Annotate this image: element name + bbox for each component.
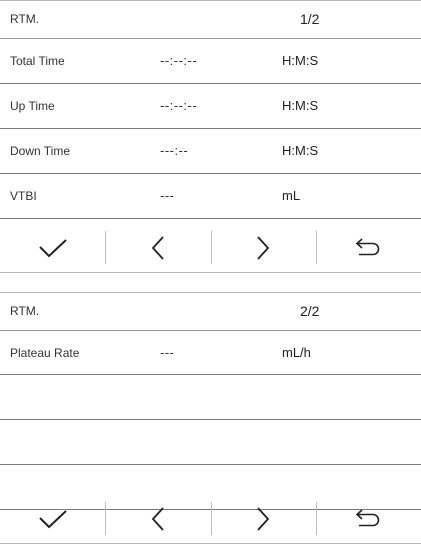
panel-toolbar — [0, 494, 421, 543]
row-down-time[interactable]: Down Time ---:-- H:M:S — [0, 129, 421, 174]
row-up-time[interactable]: Up Time --:--:-- H:M:S — [0, 84, 421, 129]
chevron-right-icon — [257, 506, 270, 531]
row-label: Down Time — [10, 144, 71, 158]
next-page-button[interactable] — [210, 223, 316, 272]
check-icon — [38, 238, 67, 257]
row-unit: mL — [282, 188, 301, 203]
row-value: --:--:-- — [160, 53, 198, 68]
panel-header: RTM. 1/2 — [0, 1, 421, 39]
row-label: Total Time — [10, 54, 65, 68]
previous-page-button[interactable] — [105, 223, 210, 272]
page-indicator: 2/2 — [300, 303, 320, 319]
page-indicator: 1/2 — [300, 11, 320, 27]
back-button[interactable] — [315, 223, 421, 272]
return-icon — [356, 237, 380, 255]
chevron-right-icon — [257, 235, 270, 260]
row-vtbi[interactable]: VTBI --- mL — [0, 174, 421, 219]
panel-toolbar — [0, 223, 421, 272]
empty-row — [0, 420, 421, 465]
panel-header: RTM. 2/2 — [0, 293, 421, 331]
back-button[interactable] — [315, 494, 421, 543]
row-label: Plateau Rate — [10, 346, 80, 360]
check-icon — [38, 509, 67, 528]
next-page-button[interactable] — [210, 494, 316, 543]
chevron-left-icon — [151, 235, 164, 260]
row-value: ---:-- — [160, 143, 189, 158]
rtm-panel-page-1: RTM. 1/2 Total Time --:--:-- H:M:S Up Ti… — [0, 0, 421, 273]
row-plateau-rate[interactable]: Plateau Rate --- mL/h — [0, 331, 421, 375]
panel-title: RTM. — [10, 12, 40, 26]
row-unit: H:M:S — [282, 143, 319, 158]
confirm-button[interactable] — [0, 494, 105, 543]
row-value: --- — [160, 188, 175, 203]
confirm-button[interactable] — [0, 223, 105, 272]
row-unit: mL/h — [282, 345, 311, 360]
empty-row — [0, 375, 421, 420]
row-label: Up Time — [10, 99, 55, 113]
row-unit: H:M:S — [282, 53, 319, 68]
previous-page-button[interactable] — [105, 494, 210, 543]
panel-title: RTM. — [10, 304, 40, 318]
row-value: --- — [160, 345, 175, 360]
row-label: VTBI — [10, 189, 37, 203]
row-value: --:--:-- — [160, 98, 198, 113]
rtm-panel-page-2: RTM. 2/2 Plateau Rate --- mL/h — [0, 292, 421, 544]
return-icon — [356, 508, 380, 526]
row-unit: H:M:S — [282, 98, 319, 113]
chevron-left-icon — [151, 506, 164, 531]
row-total-time[interactable]: Total Time --:--:-- H:M:S — [0, 39, 421, 84]
